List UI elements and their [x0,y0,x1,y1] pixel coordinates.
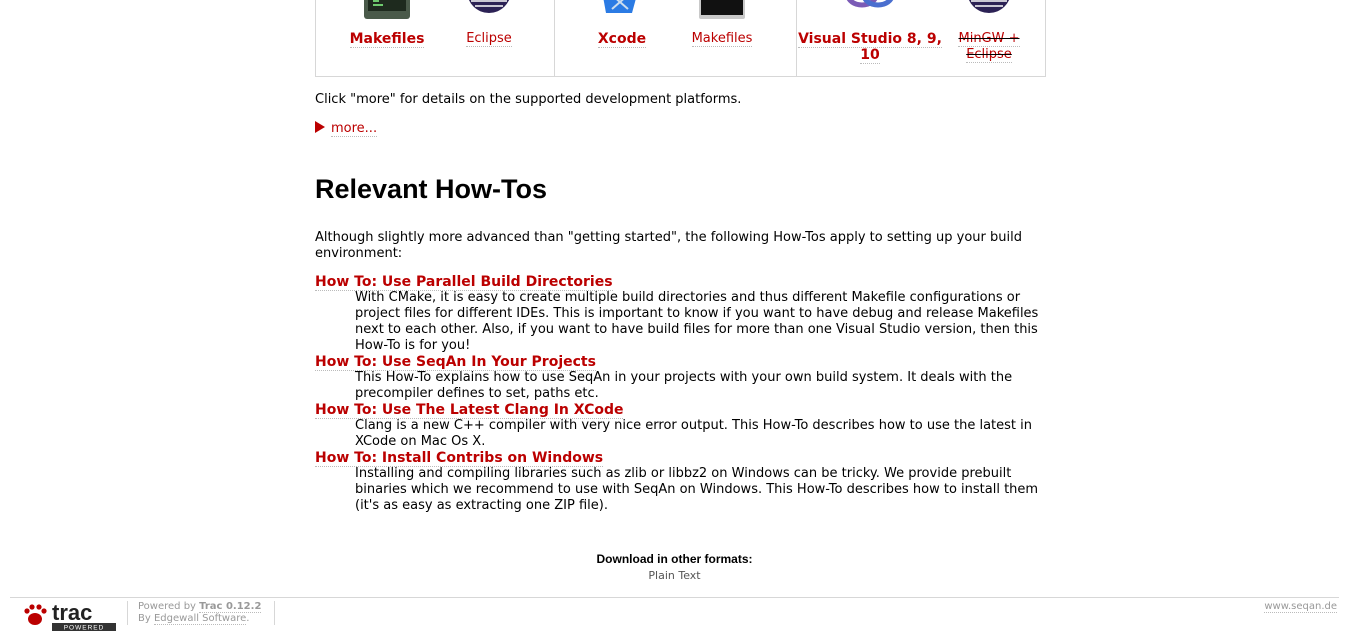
by-prefix: By [138,613,151,624]
platforms-intro-text: Click "more" for details on the supporte… [315,92,742,107]
howto-link-clang-xcode[interactable]: How To: Use The Latest Clang In XCode [315,402,624,419]
paw-icon [24,604,47,625]
platform-label: Makefiles [691,31,753,47]
platform-table: Makefiles Eclipse Xcode Makefiles Visual… [315,0,1046,77]
howto-item-title: How To: Install Contribs on Windows [315,450,1055,467]
eclipse-icon [969,0,1009,13]
disclosure-triangle-icon [315,121,325,133]
site-link[interactable]: www.seqan.de [1264,601,1337,613]
platform-label: MinGW + Eclipse [958,31,1020,63]
platform-group-mac: Xcode Makefiles [554,0,797,76]
platform-group-linux: Makefiles Eclipse [316,0,555,76]
more-link-label: more... [331,121,378,137]
download-header: Download in other formats: [596,552,753,566]
trac-wordmark: trac [52,602,92,625]
platform-group-windows: Visual Studio 8, 9, 10 MinGW + Eclipse [796,0,1046,76]
section-title: Relevant How-Tos [315,174,548,204]
section-lead-text: Although slightly more advanced than "ge… [315,230,1022,261]
howto-item-title: How To: Use SeqAn In Your Projects [315,354,1055,371]
xcode-icon [603,0,636,13]
howto-item-description: This How-To explains how to use SeqAn in… [355,370,1013,401]
platform-label: Eclipse [466,31,512,47]
howto-item-title: How To: Use Parallel Build Directories [315,274,1055,291]
howto-link-contribs-windows[interactable]: How To: Install Contribs on Windows [315,450,604,467]
eclipse-icon [469,0,509,13]
footer-divider [127,601,128,625]
more-toggle[interactable]: more... [315,121,378,137]
platform-label: Xcode [597,31,647,48]
visual-studio-icon [846,0,894,8]
howto-item-description: Installing and compiling libraries such … [355,466,1039,513]
footer: trac POWERED Powered by Trac 0.12.2 By E… [10,597,1339,644]
footer-divider [274,601,275,625]
terminal-icon [364,0,410,19]
trac-powered-text: POWERED [64,625,105,632]
howto-link-parallel-build[interactable]: How To: Use Parallel Build Directories [315,274,613,291]
howto-item-title: How To: Use The Latest Clang In XCode [315,402,1055,419]
powered-prefix: Powered by [138,601,196,612]
trac-version-link[interactable]: Trac 0.12.2 [199,601,262,613]
edgewall-link[interactable]: Edgewall Software [153,613,247,625]
howto-item-description: Clang is a new C++ compiler with very ni… [355,418,1032,449]
howto-item-description: With CMake, it is easy to create multipl… [355,290,1039,353]
download-formats: Download in other formats: Plain Text [0,552,1349,582]
terminal-icon [699,0,745,19]
howto-link-seqan-projects[interactable]: How To: Use SeqAn In Your Projects [315,354,596,371]
howto-list: How To: Use Parallel Build Directories W… [315,274,1055,514]
platform-label: Visual Studio 8, 9, 10 [798,31,942,64]
powered-by: Powered by Trac 0.12.2 By Edgewall Softw… [138,601,262,625]
platform-label: Makefiles [349,31,425,48]
plain-text-link[interactable]: Plain Text [0,569,1349,582]
trac-logo[interactable]: trac POWERED [22,602,118,632]
